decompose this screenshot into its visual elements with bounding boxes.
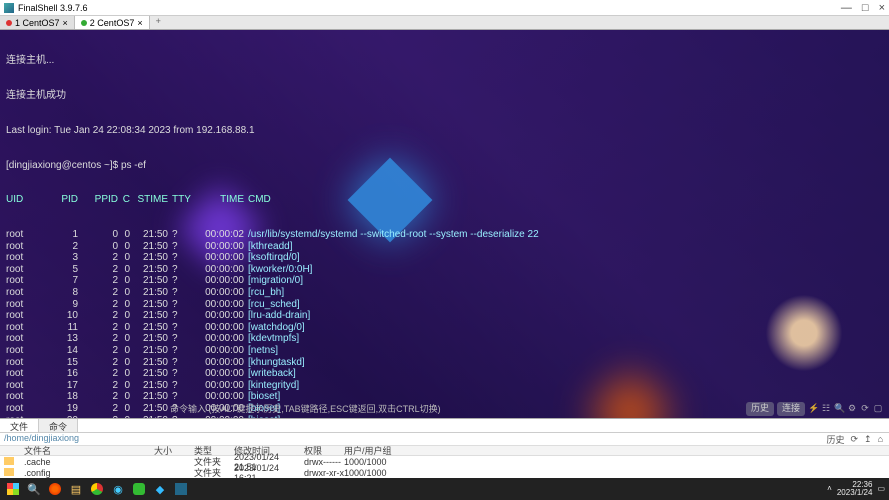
process-row: root182021:50?00:00:00[bioset] bbox=[6, 391, 883, 403]
home-icon[interactable]: ⌂ bbox=[878, 434, 883, 444]
tab-session-1[interactable]: 1 CentOS7× bbox=[0, 16, 75, 29]
chrome-icon[interactable] bbox=[88, 480, 106, 498]
history-button[interactable]: 历史 bbox=[746, 402, 774, 416]
close-button[interactable]: × bbox=[879, 2, 885, 14]
process-row: root152021:50?00:00:00[khungtaskd] bbox=[6, 357, 883, 369]
process-row: root82021:50?00:00:00[rcu_bh] bbox=[6, 287, 883, 299]
process-row: root102021:50?00:00:00[lru-add-drain] bbox=[6, 310, 883, 322]
process-row: root92021:50?00:00:00[rcu_sched] bbox=[6, 299, 883, 311]
connect-button[interactable]: 连接 bbox=[777, 402, 805, 416]
tab-commands[interactable]: 命令 bbox=[39, 419, 78, 432]
refresh-icon[interactable]: ⟳ bbox=[850, 434, 858, 445]
tab-files[interactable]: 文件 bbox=[0, 419, 39, 432]
terminal[interactable]: 连接主机... 连接主机成功 Last login: Tue Jan 24 22… bbox=[0, 30, 889, 418]
tab-close-icon[interactable]: × bbox=[137, 18, 142, 28]
up-icon[interactable]: ↥ bbox=[864, 434, 872, 445]
terminal-line: Last login: Tue Jan 24 22:08:34 2023 fro… bbox=[6, 125, 883, 137]
file-row[interactable]: .config文件夹2023/01/24 16:21drwxr-xr-x1000… bbox=[0, 467, 889, 478]
tray-chevron-icon[interactable]: ˄ bbox=[827, 485, 832, 493]
file-row[interactable]: .cache文件夹2023/01/24 21:51drwx------1000/… bbox=[0, 456, 889, 467]
dingtalk-icon[interactable]: ◆ bbox=[151, 480, 169, 498]
search-icon[interactable]: 🔍 bbox=[25, 480, 43, 498]
window-icon[interactable]: ▢ bbox=[873, 403, 883, 415]
refresh-icon[interactable]: ⟳ bbox=[860, 403, 870, 415]
start-button[interactable] bbox=[4, 480, 22, 498]
windows-taskbar: 🔍 ▤ ◉ ◆ ˄ 22:362023/1/24 ▭ bbox=[0, 478, 889, 500]
process-row: root32021:50?00:00:00[ksoftirqd/0] bbox=[6, 252, 883, 264]
search-icon[interactable]: 🔍 bbox=[834, 403, 844, 415]
gear-icon[interactable]: ⚙ bbox=[847, 403, 857, 415]
tab-session-2[interactable]: 2 CentOS7× bbox=[75, 16, 150, 29]
terminal-footer: 历史 连接 ⚡ ☷ 🔍 ⚙ ⟳ ▢ bbox=[746, 402, 883, 416]
process-row: root52021:50?00:00:00[kworker/0:0H] bbox=[6, 264, 883, 276]
notification-icon[interactable]: ▭ bbox=[877, 485, 885, 493]
session-tabs: 1 CentOS7× 2 CentOS7× + bbox=[0, 16, 889, 30]
explorer-icon[interactable]: ▤ bbox=[67, 480, 85, 498]
process-row: root142021:50?00:00:00[netns] bbox=[6, 345, 883, 357]
file-panel: 文件 命令 /home/dingjiaxiong 历史 ⟳ ↥ ⌂ 文件名大小类… bbox=[0, 418, 889, 478]
minimize-button[interactable]: — bbox=[841, 2, 852, 14]
finalshell-icon[interactable] bbox=[172, 480, 190, 498]
terminal-line: 连接主机成功 bbox=[6, 90, 883, 102]
status-dot-icon bbox=[81, 20, 87, 26]
file-header: 文件名大小类型修改时间权限用户/用户组 bbox=[0, 445, 889, 456]
terminal-line: 连接主机... bbox=[6, 55, 883, 67]
status-dot-icon bbox=[6, 20, 12, 26]
process-row: root112021:50?00:00:00[watchdog/0] bbox=[6, 322, 883, 334]
maximize-button[interactable]: □ bbox=[862, 2, 869, 14]
process-row: root10021:50?00:00:02/usr/lib/systemd/sy… bbox=[6, 229, 883, 241]
tab-add-button[interactable]: + bbox=[150, 16, 167, 29]
firefox-icon[interactable] bbox=[46, 480, 64, 498]
ps-header: UIDPIDPPIDCSTIMETTYTIMECMD bbox=[6, 194, 883, 206]
bolt-icon[interactable]: ⚡ bbox=[808, 403, 818, 415]
chart-icon[interactable]: ☷ bbox=[821, 403, 831, 415]
process-row: root172021:50?00:00:00[kintegrityd] bbox=[6, 380, 883, 392]
app-icon bbox=[4, 3, 14, 13]
process-row: root72021:50?00:00:00[migration/0] bbox=[6, 275, 883, 287]
process-row: root132021:50?00:00:00[kdevtmpfs] bbox=[6, 333, 883, 345]
title-bar: FinalShell 3.9.7.6 — □ × bbox=[0, 0, 889, 16]
clock[interactable]: 22:362023/1/24 bbox=[837, 481, 873, 497]
tab-close-icon[interactable]: × bbox=[63, 18, 68, 28]
edge-icon[interactable]: ◉ bbox=[109, 480, 127, 498]
terminal-prompt: [dingjiaxiong@centos ~]$ ps -ef bbox=[6, 160, 883, 172]
history-label[interactable]: 历史 bbox=[826, 433, 844, 446]
process-row: root162021:50?00:00:00[writeback] bbox=[6, 368, 883, 380]
process-row: root20021:50?00:00:00[kthreadd] bbox=[6, 241, 883, 253]
input-hint: 命令输入 (按ALT键提示历史,TAB键路径,ESC键返回,双击CTRL切换) bbox=[170, 404, 441, 416]
wechat-icon[interactable] bbox=[130, 480, 148, 498]
window-title: FinalShell 3.9.7.6 bbox=[18, 3, 88, 13]
